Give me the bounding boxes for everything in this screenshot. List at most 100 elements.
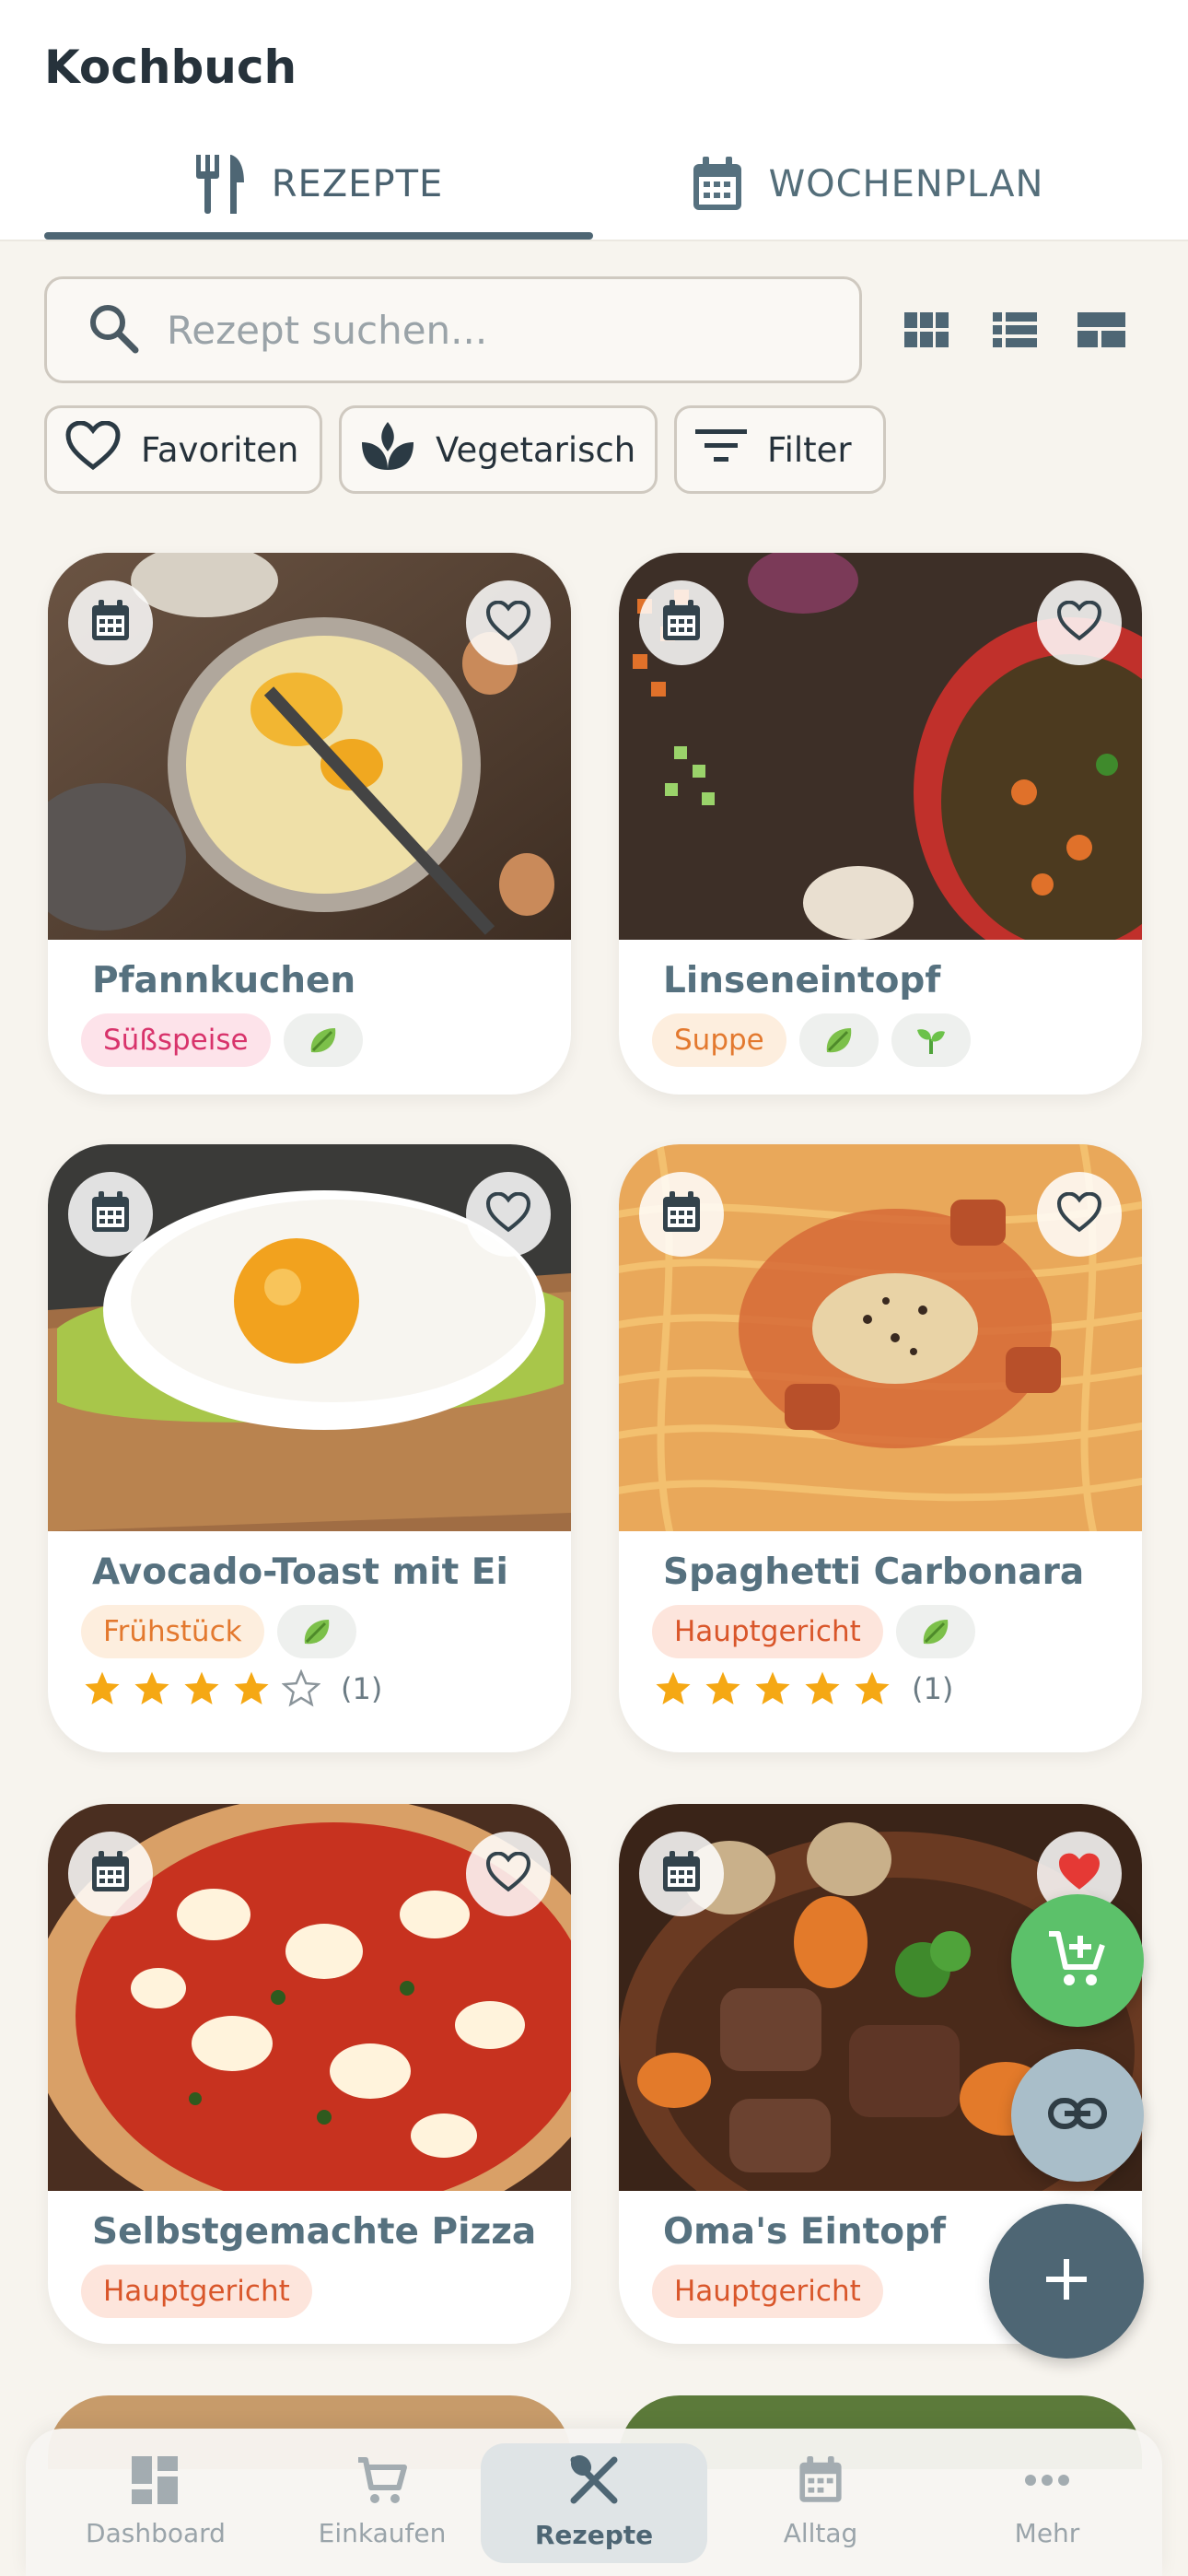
grid-view-icon[interactable] [899,304,954,356]
favorite-button[interactable] [466,1832,551,1916]
calendar-icon [90,600,131,646]
lettuce-icon [895,1605,975,1658]
recipe-tags: Suppe [652,1013,971,1067]
lettuce-icon [283,1013,363,1067]
recipe-title: Pfannkuchen [92,960,356,1001]
search-icon [87,302,139,357]
category-tag: Hauptgericht [652,2265,883,2318]
recipe-title: Oma's Eintopf [663,2211,946,2253]
recipe-title: Linseneintopf [663,960,941,1001]
nav-item-rezepte[interactable]: Rezepte [481,2429,707,2576]
chip-vegetarisch-label: Vegetarisch [436,429,636,470]
list-view-icon[interactable] [987,304,1042,356]
favorite-button[interactable] [466,580,551,665]
chip-favoriten-label: Favoriten [141,429,299,470]
heart-outline-icon [485,1851,531,1896]
star-filled-icon [234,1671,269,1704]
category-tag: Süßspeise [81,1013,271,1067]
nav-label: Mehr [1014,2518,1080,2548]
bottom-nav: Dashboard Einkaufen Rezepte Alltag Mehr [26,2429,1162,2576]
add-to-cart-button[interactable] [1011,1894,1144,2027]
lettuce-icon [276,1605,356,1658]
add-to-plan-button[interactable] [68,580,153,665]
nav-item-alltag[interactable]: Alltag [707,2429,934,2576]
dashboard-icon [132,2456,180,2511]
recipe-tags: Frühstück [81,1605,356,1658]
star-filled-icon [134,1671,169,1704]
star-empty-icon [282,1669,320,1707]
star-filled-icon [184,1671,219,1704]
heart-outline-icon [485,1191,531,1236]
recipe-title: Selbstgemachte Pizza [92,2211,537,2253]
utensils-icon [194,155,246,214]
add-to-plan-button[interactable] [639,1172,724,1257]
add-recipe-button[interactable] [989,2204,1144,2359]
nav-label: Dashboard [86,2518,226,2548]
search-input[interactable] [167,307,830,353]
nav-label: Einkaufen [318,2518,447,2548]
sprout-icon [891,1013,971,1067]
app-header: Kochbuch REZEPTE WOCHENPLAN [0,0,1188,241]
category-tag: Suppe [652,1013,786,1067]
heart-outline-icon [1056,1191,1102,1236]
link-icon [1048,2098,1107,2133]
heart-outline-icon [1056,600,1102,645]
add-to-plan-button[interactable] [639,1832,724,1916]
calendar-icon [692,157,743,212]
heart-filled-icon [1056,1852,1102,1896]
category-tag: Hauptgericht [652,1605,883,1658]
favorite-button[interactable] [1037,580,1122,665]
calendar-icon [661,1191,702,1237]
recipe-card[interactable]: Avocado-Toast mit Ei Frühstück (1) [48,1144,571,1752]
heart-outline-icon [65,419,121,479]
recipe-tags: Hauptgericht [652,1605,975,1658]
rating-count: (1) [341,1671,383,1706]
chip-filter[interactable]: Filter [674,405,886,494]
calendar-icon [661,600,702,646]
star-filled-icon [85,1671,120,1704]
tab-rezepte[interactable]: REZEPTE [44,138,593,230]
tab-indicator [44,232,593,240]
nav-item-einkaufen[interactable]: Einkaufen [269,2429,495,2576]
import-link-button[interactable] [1011,2049,1144,2182]
add-to-plan-button[interactable] [68,1832,153,1916]
app-title: Kochbuch [44,41,297,94]
star-filled-icon [705,1671,740,1704]
recipe-card[interactable]: Linseneintopf Suppe [619,553,1142,1095]
star-rating[interactable]: (1) [654,1669,953,1708]
calendar-icon [798,2456,844,2511]
add-to-plan-button[interactable] [68,1172,153,1257]
calendar-icon [90,1191,131,1237]
tab-wochenplan-label: WOCHENPLAN [768,163,1044,205]
rating-count: (1) [912,1671,954,1706]
recipe-card[interactable]: Spaghetti Carbonara Hauptgericht (1) [619,1144,1142,1752]
nav-label: Alltag [783,2518,858,2548]
nav-item-dashboard[interactable]: Dashboard [42,2429,269,2576]
filter-icon [695,427,747,473]
nav-label: Rezepte [534,2520,654,2550]
star-filled-icon [755,1671,790,1704]
recipe-card[interactable]: Selbstgemachte Pizza Hauptgericht [48,1804,571,2344]
search-box[interactable] [44,276,862,383]
favorite-button[interactable] [1037,1172,1122,1257]
tab-rezepte-label: REZEPTE [271,163,444,205]
favorite-button[interactable] [466,1172,551,1257]
recipe-tags: Hauptgericht [652,2265,883,2318]
chip-favoriten[interactable]: Favoriten [44,405,322,494]
recipe-card[interactable]: Pfannkuchen Süßspeise [48,553,571,1095]
calendar-icon [661,1851,702,1897]
leaf-icon [360,420,415,480]
star-filled-icon [656,1671,691,1704]
add-to-cart-icon [1047,1930,1108,1991]
add-to-plan-button[interactable] [639,580,724,665]
tab-wochenplan[interactable]: WOCHENPLAN [593,138,1142,230]
compact-view-icon[interactable] [1074,304,1129,356]
plus-icon [1044,2257,1089,2305]
star-rating[interactable]: (1) [83,1669,382,1708]
chip-vegetarisch[interactable]: Vegetarisch [339,405,658,494]
star-filled-icon [855,1671,890,1704]
recipe-tags: Hauptgericht [81,2265,312,2318]
chip-filter-label: Filter [767,429,852,470]
nav-item-mehr[interactable]: Mehr [934,2429,1160,2576]
cart-icon [356,2456,408,2511]
